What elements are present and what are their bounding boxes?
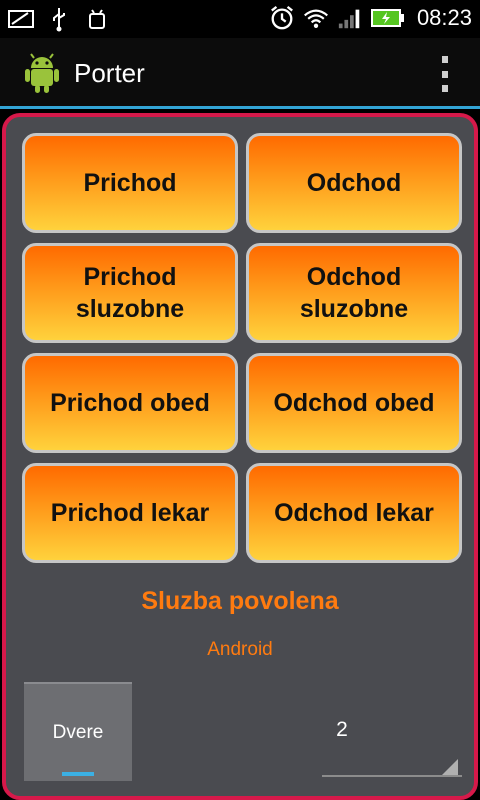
clock-time: 08:23 xyxy=(416,5,472,30)
wifi-icon xyxy=(303,4,329,32)
dvere-tab-label: Dvere xyxy=(52,721,104,743)
spinner-underline xyxy=(322,775,462,777)
debug-android-icon xyxy=(84,5,110,33)
odchod-sluzobne-button[interactable]: Odchod sluzobne xyxy=(246,243,462,343)
action-button-grid: Prichod Odchod Prichod sluzobne Odchod s… xyxy=(18,129,466,569)
door-number-spinner[interactable]: 2 xyxy=(322,682,462,779)
battery-charging-icon xyxy=(370,4,405,32)
device-name-text: Android xyxy=(207,639,273,660)
tab-indicator xyxy=(62,772,94,776)
status-bar: 08:23 xyxy=(0,0,480,38)
spinner-dropdown-icon xyxy=(442,759,458,775)
spinner-value: 2 xyxy=(336,718,348,741)
android-icon xyxy=(22,52,62,94)
service-status-text: Sluzba povolena xyxy=(141,587,339,615)
prichod-obed-button[interactable]: Prichod obed xyxy=(22,353,238,453)
odchod-button[interactable]: Odchod xyxy=(246,133,462,233)
odchod-lekar-button[interactable]: Odchod lekar xyxy=(246,463,462,563)
signal-icon xyxy=(337,4,363,32)
usb-icon xyxy=(46,5,72,33)
odchod-obed-button[interactable]: Odchod obed xyxy=(246,353,462,453)
prichod-lekar-button[interactable]: Prichod lekar xyxy=(22,463,238,563)
overflow-menu-icon[interactable] xyxy=(440,56,450,92)
app-title: Porter xyxy=(74,58,145,88)
main-panel: Prichod Odchod Prichod sluzobne Odchod s… xyxy=(2,113,478,800)
alarm-clock-icon xyxy=(269,4,295,32)
screenshot-icon xyxy=(8,5,34,33)
dvere-tab-button[interactable]: Dvere xyxy=(24,682,132,781)
action-bar: Porter xyxy=(0,38,480,109)
prichod-sluzobne-button[interactable]: Prichod sluzobne xyxy=(22,243,238,343)
prichod-button[interactable]: Prichod xyxy=(22,133,238,233)
